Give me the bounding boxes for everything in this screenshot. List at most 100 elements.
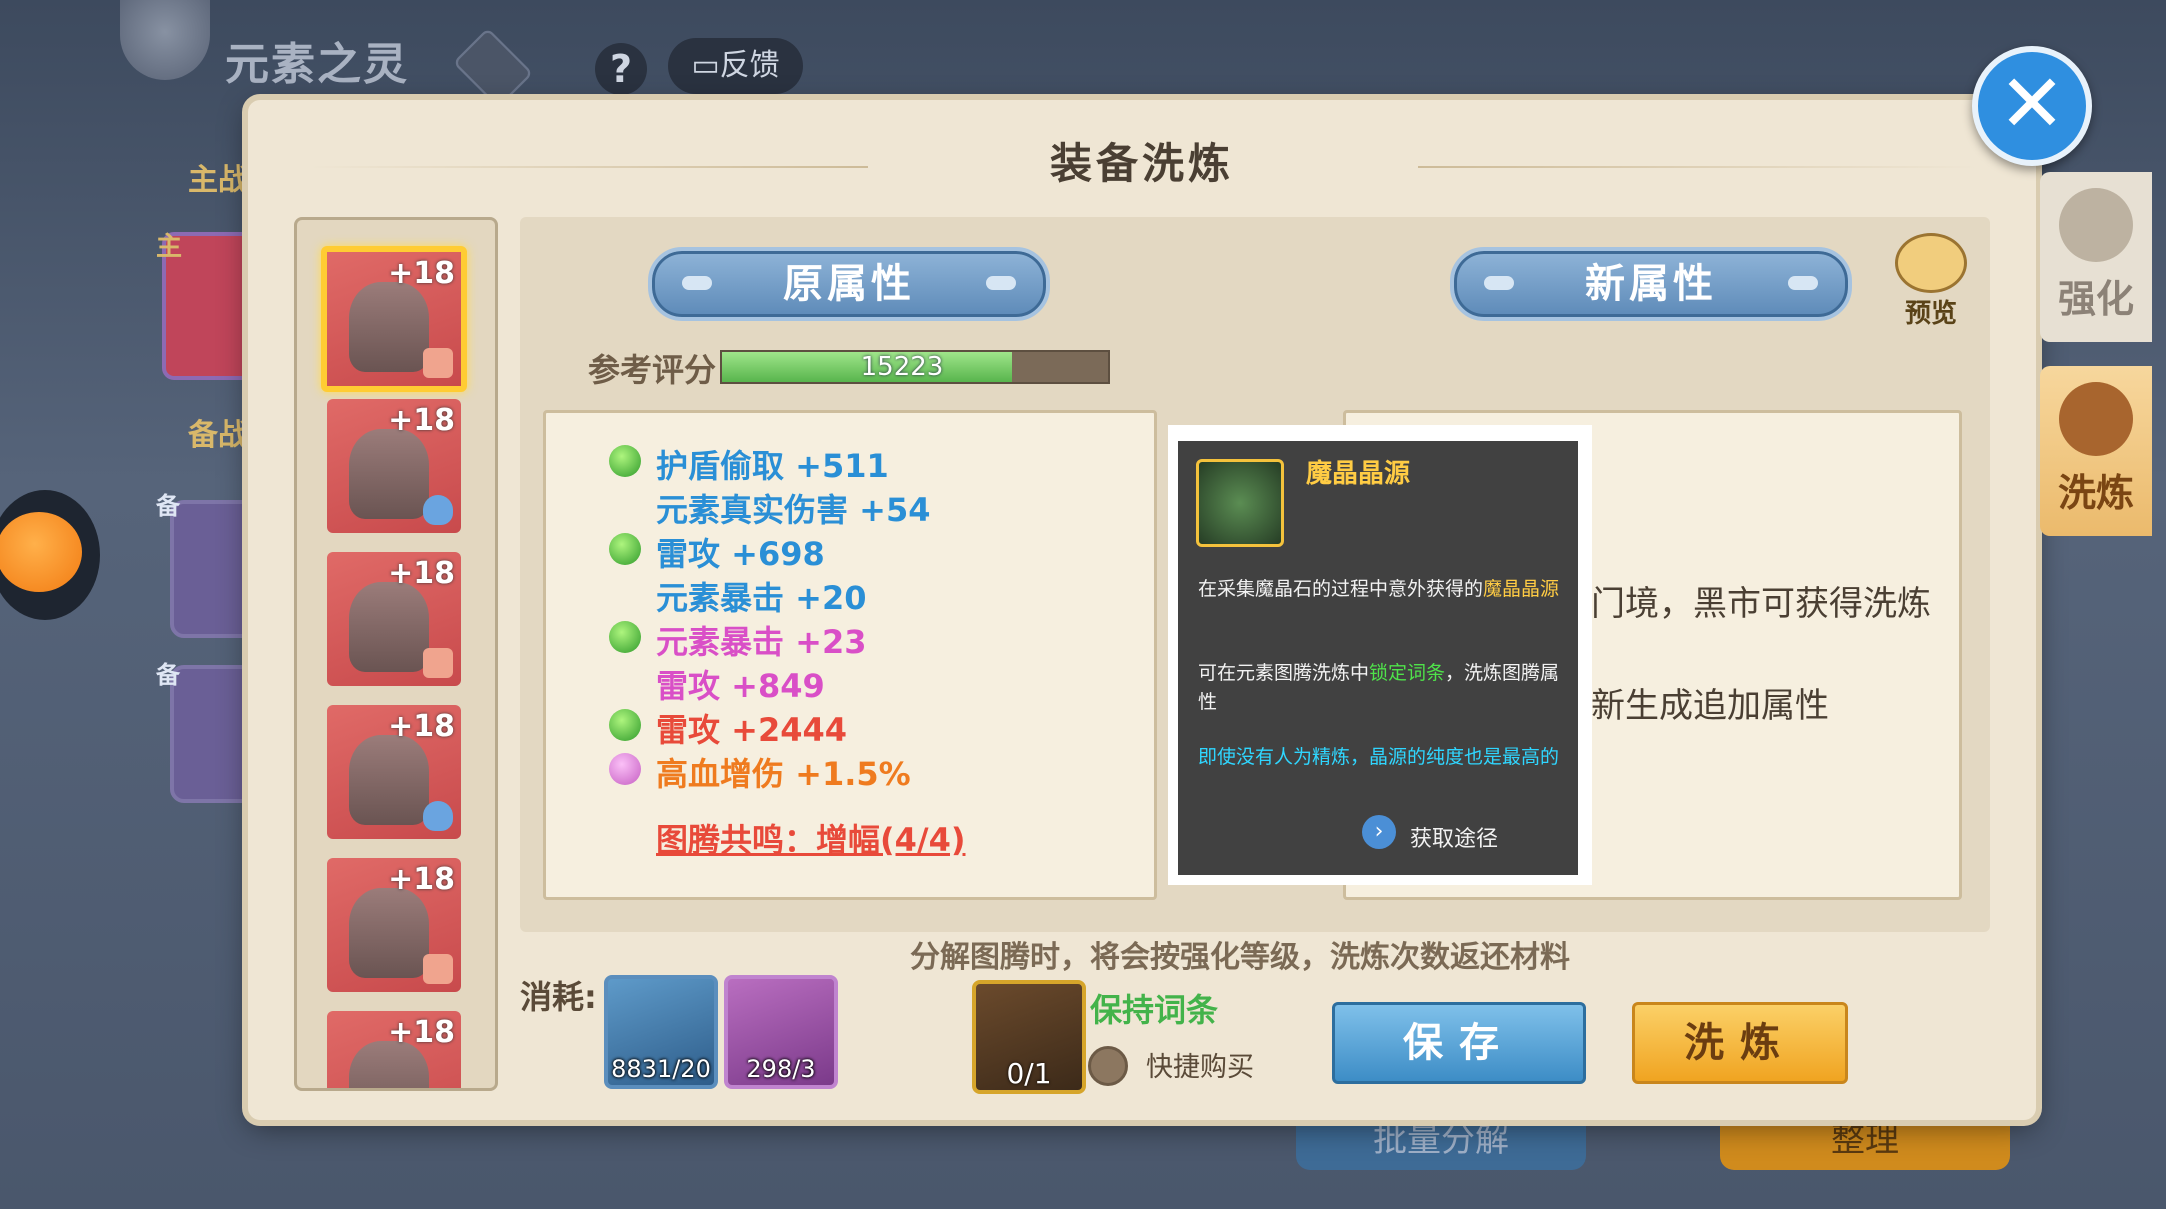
beast-totem-icon — [349, 429, 429, 519]
tab-strengthen[interactable]: 强化 — [2040, 172, 2152, 342]
new-header-label: 新属性 — [1585, 261, 1717, 307]
help-button[interactable]: ? — [595, 43, 647, 95]
sword-icon — [423, 954, 453, 984]
pill-deco-right — [986, 276, 1016, 290]
pill-deco-left — [682, 276, 712, 290]
preview-label: 预览 — [1904, 299, 1957, 329]
reserve-tag-2: 备 — [156, 661, 180, 689]
equipment-level: +18 — [388, 862, 455, 897]
beast-totem-icon — [349, 282, 429, 372]
pumpkin-mascot-icon[interactable] — [0, 490, 100, 620]
attribute-row: 高血增伤 +1.5% — [656, 755, 911, 793]
green-gem-icon — [609, 445, 641, 477]
original-attributes-header: 原属性 — [648, 247, 1050, 321]
shield-icon — [423, 801, 453, 831]
game-title: 元素之灵 — [225, 39, 409, 90]
equipment-slot[interactable]: +18 — [327, 1011, 461, 1088]
tooltip-desc-2-highlight: 锁定词条 — [1369, 662, 1446, 684]
new-attr-hint-line-1: 门境，黑市可获得洗炼 — [1591, 584, 1931, 624]
equipment-level: +18 — [388, 556, 455, 591]
acquire-route-label: 获取途径 — [1410, 827, 1499, 852]
feedback-label: 反馈 — [719, 48, 780, 83]
game-logo-emblem — [120, 0, 210, 80]
attribute-row: 元素真实伤害 +54 — [656, 491, 931, 529]
material-branch[interactable]: 298/3 — [724, 975, 838, 1089]
material-crystal-count: 8831/20 — [611, 1055, 711, 1083]
attribute-row: 雷攻 +698 — [656, 535, 825, 573]
swirl-icon — [2059, 382, 2133, 456]
attribute-row: 护盾偷取 +511 — [656, 447, 889, 485]
item-tooltip: 魔晶晶源 在采集魔晶石的过程中意外获得的魔晶晶源 可在元素图腾洗炼中锁定词条，洗… — [1178, 441, 1578, 875]
reserve-tag-1: 备 — [156, 492, 180, 520]
save-button[interactable]: 保存 — [1332, 1002, 1586, 1084]
material-branch-count: 298/3 — [746, 1055, 816, 1083]
tooltip-desc-2-text: 可在元素图腾洗炼中 — [1198, 662, 1370, 684]
score-value: 15223 — [860, 352, 944, 382]
pill-deco-left — [1484, 276, 1514, 290]
purple-gem-icon — [609, 753, 641, 785]
anvil-icon — [2059, 188, 2133, 262]
tooltip-flavor-text: 即使没有人为精炼，晶源的纯度也是最高的 — [1198, 746, 1560, 768]
tooltip-desc-1: 在采集魔晶石的过程中意外获得的魔晶晶源 — [1198, 575, 1568, 604]
attribute-row: 雷攻 +849 — [656, 667, 825, 705]
chat-icon: ▭ — [691, 48, 720, 83]
attribute-row: 雷攻 +2444 — [656, 711, 848, 749]
dialog-title: 装备洗炼 — [1049, 139, 1234, 188]
tab-refine[interactable]: 洗炼 — [2040, 366, 2152, 536]
pill-deco-right — [1788, 276, 1818, 290]
score-label: 参考评分 — [588, 351, 717, 389]
tooltip-desc-1-text: 在采集魔晶石的过程中意外获得的 — [1198, 578, 1484, 600]
equipment-slot[interactable]: +18 — [327, 705, 461, 839]
tooltip-desc-2: 可在元素图腾洗炼中锁定词条，洗炼图腾属性 — [1198, 659, 1568, 717]
score-bar: 15223 — [720, 350, 1110, 384]
original-header-label: 原属性 — [783, 261, 915, 307]
sword-icon — [423, 348, 453, 378]
decompose-notice: 分解图腾时，将会按强化等级，洗炼次数返还材料 — [910, 940, 1570, 975]
lead-tag: 主 — [156, 232, 183, 262]
equipment-slot[interactable]: +18 — [327, 858, 461, 992]
shield-icon — [423, 495, 453, 525]
material-crystal[interactable]: 8831/20 — [604, 975, 718, 1089]
keep-attribute-label: 保持词条 — [1090, 991, 1219, 1029]
attribute-row: 元素暴击 +23 — [656, 623, 867, 661]
refine-button[interactable]: 洗炼 — [1632, 1002, 1848, 1084]
acquire-route-link[interactable]: › 获取途径 — [1362, 815, 1499, 853]
lock-item-slot[interactable]: 0/1 — [972, 980, 1086, 1094]
tooltip-title: 魔晶晶源 — [1306, 459, 1411, 489]
tab-refine-label: 洗炼 — [2057, 471, 2134, 515]
equipment-level: +18 — [388, 256, 455, 291]
beast-totem-icon — [349, 582, 429, 672]
equipment-list[interactable]: +18 +18 +18 +18 +18 +18 — [294, 217, 498, 1091]
tooltip-desc-1-highlight: 魔晶晶源 — [1483, 578, 1560, 600]
green-gem-icon — [609, 621, 641, 653]
preview-button[interactable]: 预览 — [1895, 233, 1967, 329]
equipment-level: +18 — [388, 403, 455, 438]
totem-resonance-link[interactable]: 图腾共鸣：增幅(4/4) — [656, 815, 965, 861]
lock-item-count: 0/1 — [1006, 1057, 1052, 1090]
attribute-row: 元素暴击 +20 — [656, 579, 867, 617]
equipment-level: +18 — [388, 1015, 455, 1050]
sword-icon — [423, 648, 453, 678]
quest-book-icon[interactable] — [452, 27, 534, 109]
close-button[interactable]: ✕ — [1972, 46, 2092, 166]
chevron-right-icon: › — [1362, 815, 1396, 849]
new-attributes-header: 新属性 — [1450, 247, 1852, 321]
reserve-label: 备战 — [188, 418, 248, 453]
feedback-button[interactable]: ▭反馈 — [668, 38, 803, 94]
eye-icon — [1895, 233, 1967, 293]
original-attributes-box: 图腾共鸣：增幅(4/4) 护盾偷取 +511 元素真实伤害 +54 雷攻 +698 元… — [543, 410, 1157, 900]
new-attr-hint-line-2: 新生成追加属性 — [1591, 686, 1829, 726]
tab-strengthen-label: 强化 — [2057, 277, 2134, 321]
quick-buy-checkbox[interactable] — [1088, 1046, 1128, 1086]
green-gem-icon — [609, 533, 641, 565]
beast-totem-icon — [349, 735, 429, 825]
magic-crystal-icon — [1196, 459, 1284, 547]
beast-totem-icon — [349, 888, 429, 978]
main-battle-label: 主战 — [188, 163, 248, 198]
cost-label: 消耗: — [520, 978, 597, 1016]
equipment-slot[interactable]: +18 — [321, 246, 467, 392]
green-gem-icon — [609, 709, 641, 741]
quick-buy-label: 快捷购买 — [1146, 1052, 1254, 1083]
equipment-slot[interactable]: +18 — [327, 399, 461, 533]
equipment-slot[interactable]: +18 — [327, 552, 461, 686]
